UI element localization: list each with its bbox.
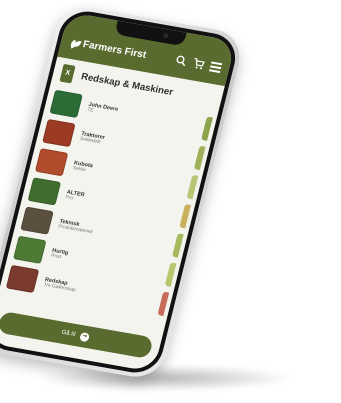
phone-mockup: Farmers First X Redskap & Maskiner John … (0, 2, 246, 382)
camera-icon (162, 32, 169, 39)
search-icon[interactable] (173, 54, 188, 68)
item-tab[interactable] (193, 145, 206, 171)
thumbnail (5, 264, 40, 294)
item-tab[interactable] (172, 233, 184, 258)
item-tab[interactable] (186, 174, 199, 200)
phone-shadow (40, 365, 290, 391)
thumbnail (49, 89, 83, 118)
app-screen: Farmers First X Redskap & Maskiner John … (0, 11, 236, 373)
product-list: John Deere TE Traktorer Sekkekrill Kubot… (5, 89, 213, 321)
thumbnail (13, 235, 47, 264)
thumbnail (27, 177, 62, 206)
item-tab[interactable] (164, 262, 177, 287)
cta-button[interactable]: Gå til ➜ (0, 310, 154, 360)
cart-icon[interactable] (191, 57, 206, 71)
brand-logo[interactable]: Farmers First (70, 37, 148, 61)
item-tab[interactable] (179, 204, 192, 229)
menu-icon[interactable] (209, 61, 223, 73)
leaf-icon (70, 37, 81, 48)
category-badge: X (59, 63, 76, 84)
phone-bezel: Farmers First X Redskap & Maskiner John … (0, 7, 241, 377)
header-actions (173, 54, 223, 74)
thumbnail (42, 118, 76, 148)
cta-label: Gå til (60, 329, 77, 338)
thumbnail (34, 148, 69, 177)
arrow-right-icon: ➜ (79, 331, 91, 342)
brand-name: Farmers First (81, 39, 148, 61)
item-tab[interactable] (201, 116, 213, 141)
thumbnail (20, 206, 54, 235)
item-tab[interactable] (157, 291, 170, 316)
